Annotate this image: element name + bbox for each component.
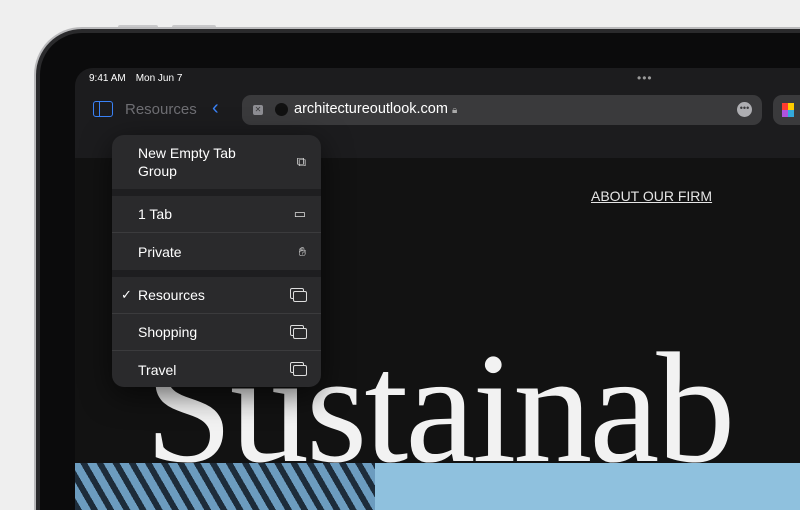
tab-icon: ▭ bbox=[293, 206, 306, 221]
date: Mon Jun 7 bbox=[135, 73, 183, 84]
divider bbox=[112, 189, 321, 196]
tabs-icon bbox=[290, 324, 307, 339]
menu-item-label: New Empty Tab Group bbox=[138, 145, 236, 179]
multitasking-dots[interactable]: ••• bbox=[637, 71, 653, 85]
back-button[interactable]: ‹ bbox=[212, 97, 219, 120]
menu-item-label: Private bbox=[138, 243, 182, 260]
tab-thumbnail-icon bbox=[782, 103, 794, 117]
menu-item-resources[interactable]: ✓ Resources bbox=[112, 277, 321, 314]
tabs-icon bbox=[290, 287, 307, 302]
menu-item-1-tab[interactable]: 1 Tab ▭ bbox=[112, 196, 321, 233]
time: 9:41 AM bbox=[89, 73, 126, 84]
menu-item-shopping[interactable]: Shopping bbox=[112, 314, 321, 351]
tabs-icon bbox=[290, 362, 307, 376]
address-bar[interactable]: ✕ architectureoutlook.com 🔒︎ ••• bbox=[242, 95, 762, 125]
close-tab-icon[interactable]: ✕ bbox=[253, 105, 263, 115]
tab-group-menu: New Empty Tab Group ⧉ 1 Tab ▭ Private ✋︎ ✓… bbox=[112, 135, 321, 387]
checkmark-icon: ✓ bbox=[121, 287, 132, 302]
status-bar: 9:41 AM Mon Jun 7 bbox=[89, 73, 192, 84]
menu-item-label: 1 Tab bbox=[138, 206, 172, 222]
tab-overview-button[interactable] bbox=[773, 95, 800, 125]
hand-icon: ✋︎ bbox=[298, 243, 306, 259]
lock-icon: 🔒︎ bbox=[451, 105, 458, 116]
tab-group-button[interactable]: Resources bbox=[125, 101, 197, 118]
menu-item-label: Resources bbox=[138, 287, 205, 303]
menu-item-travel[interactable]: Travel bbox=[112, 351, 321, 387]
menu-item-label: Shopping bbox=[138, 324, 198, 340]
new-tab-group-icon: ⧉ bbox=[296, 154, 306, 169]
menu-item-new-empty-tab-group[interactable]: New Empty Tab Group ⧉ bbox=[112, 135, 321, 189]
divider bbox=[112, 270, 321, 277]
favicon bbox=[275, 103, 288, 116]
sidebar-icon[interactable] bbox=[93, 101, 113, 117]
about-link[interactable]: ABOUT OUR FIRM bbox=[591, 188, 712, 204]
menu-item-private[interactable]: Private ✋︎ bbox=[112, 233, 321, 270]
more-icon[interactable]: ••• bbox=[737, 102, 752, 117]
url-text: architectureoutlook.com bbox=[294, 101, 448, 117]
menu-item-label: Travel bbox=[138, 361, 177, 378]
